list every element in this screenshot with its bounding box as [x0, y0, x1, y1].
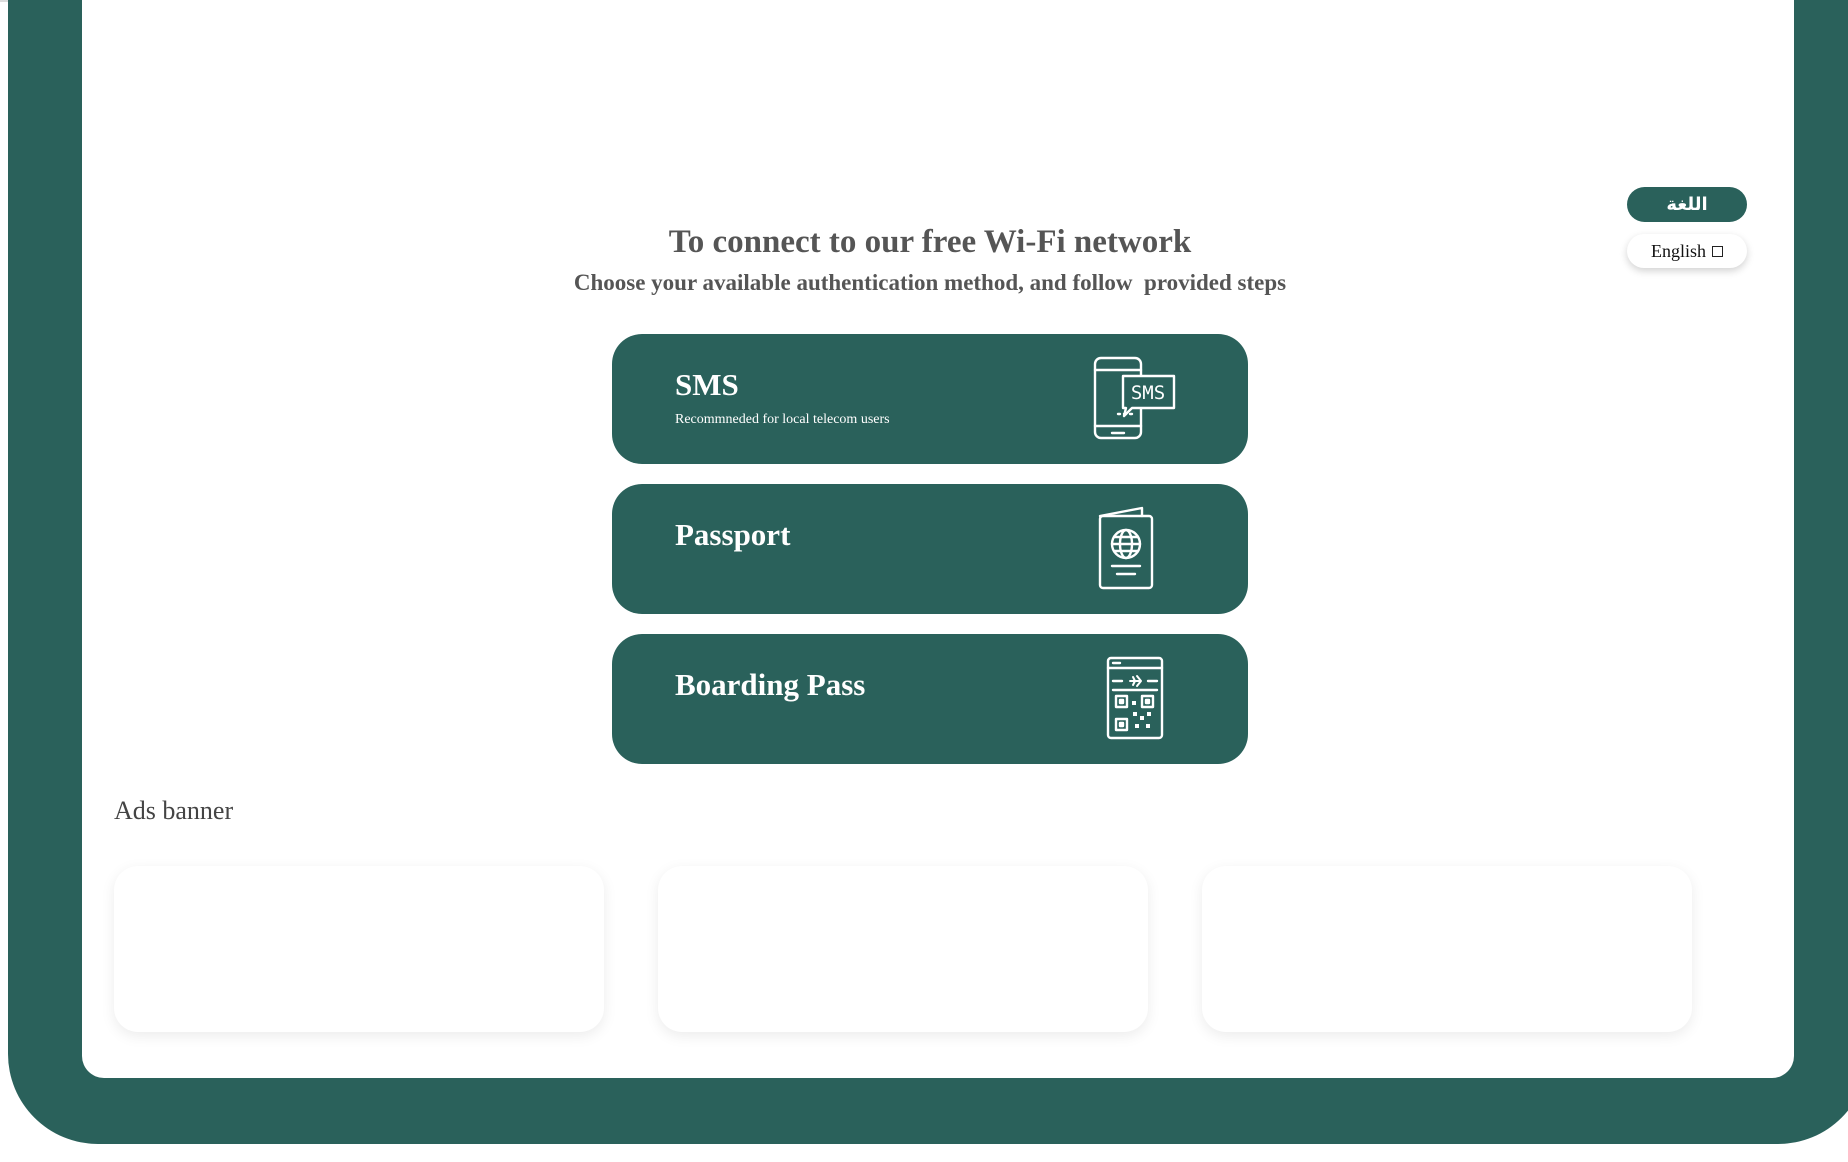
ad-slot-1[interactable]: [114, 866, 604, 1032]
ads-banner-title: Ads banner: [114, 796, 234, 825]
auth-method-boarding-pass[interactable]: Boarding Pass: [612, 634, 1248, 764]
auth-method-sms[interactable]: SMS Recommneded for local telecom users …: [612, 334, 1248, 464]
passport-icon: [1098, 506, 1154, 590]
ad-slot-2[interactable]: [658, 866, 1148, 1032]
auth-method-passport[interactable]: Passport: [612, 484, 1248, 614]
auth-method-title: Passport: [675, 517, 791, 552]
language-toggle-button[interactable]: اللغة: [1627, 187, 1747, 222]
ad-slot-3[interactable]: [1202, 866, 1692, 1032]
page-subtitle: Choose your available authentication met…: [573, 270, 1287, 295]
phone-sms-icon: SMS: [1093, 356, 1176, 440]
auth-method-subtitle: Recommneded for local telecom users: [675, 412, 890, 427]
svg-text:SMS: SMS: [1131, 382, 1165, 404]
page-title: To connect to our free Wi-Fi network: [668, 224, 1192, 260]
auth-method-title: Boarding Pass: [675, 667, 866, 702]
boarding-pass-icon: [1106, 656, 1164, 740]
auth-method-title: SMS: [675, 367, 739, 402]
